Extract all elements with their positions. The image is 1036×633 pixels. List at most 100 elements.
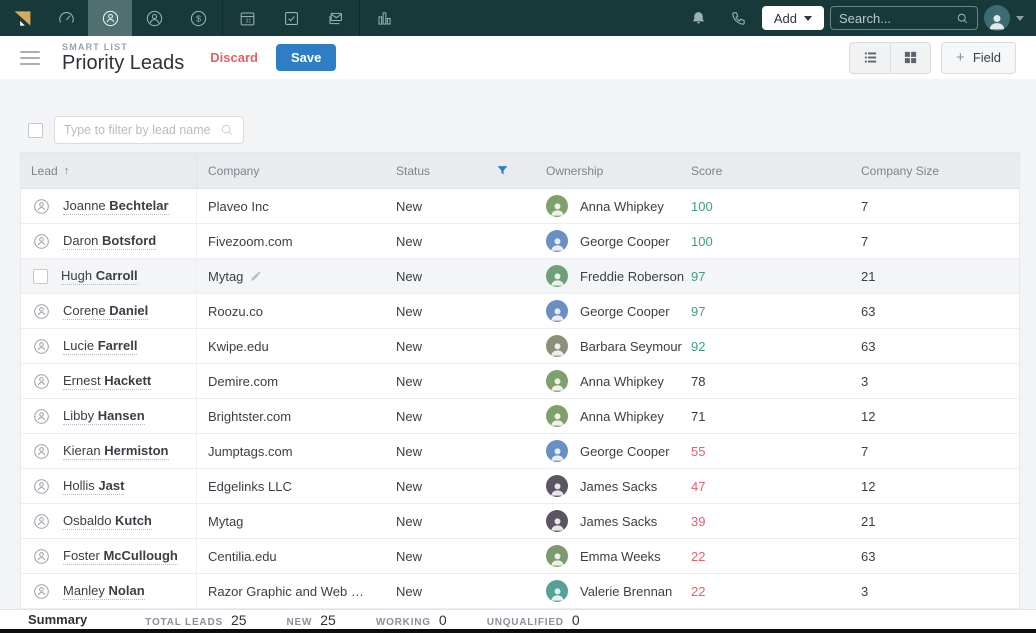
owner-avatar	[546, 510, 568, 532]
nav-item-leads[interactable]	[88, 0, 132, 36]
row-checkbox[interactable]	[33, 269, 48, 284]
global-search[interactable]	[830, 6, 978, 30]
grid-view-button[interactable]	[890, 43, 930, 73]
lead-name-link[interactable]: Corene Daniel	[63, 303, 148, 320]
save-button[interactable]: Save	[276, 44, 336, 71]
lead-name-link[interactable]: Lucie Farrell	[63, 338, 137, 355]
discard-button[interactable]: Discard	[210, 50, 258, 65]
company-name: Fivezoom.com	[208, 234, 293, 249]
lead-status: New	[386, 514, 521, 529]
table-row[interactable]: Foster McCullough Centilia.edu New Emma …	[21, 539, 1019, 574]
score-value: 71	[681, 409, 851, 424]
add-field-label: Field	[973, 50, 1001, 65]
lead-status-icon[interactable]	[33, 303, 50, 320]
lead-filter-input[interactable]	[64, 123, 214, 137]
nav-item-tasks[interactable]	[269, 0, 313, 36]
add-button[interactable]: Add	[762, 6, 824, 30]
company-size-value: 3	[851, 374, 1019, 389]
nav-item-opportunities[interactable]: $	[176, 0, 220, 36]
table-row[interactable]: Hugh Carroll Mytag New Freddie Roberson …	[21, 259, 1019, 294]
company-name: Jumptags.com	[208, 444, 293, 459]
nav-item-calendar[interactable]: 31	[225, 0, 269, 36]
window-bottom-edge	[0, 629, 1036, 633]
lead-filter[interactable]	[54, 116, 244, 144]
nav-divider	[359, 0, 360, 36]
company-size-value: 21	[851, 514, 1019, 529]
table-row[interactable]: Manley Nolan Razor Graphic and Web Desig…	[21, 574, 1019, 609]
search-input[interactable]	[839, 11, 950, 26]
nav-item-contacts[interactable]	[132, 0, 176, 36]
table-row[interactable]: Hollis Jast Edgelinks LLC New James Sack…	[21, 469, 1019, 504]
lead-status-icon[interactable]	[33, 548, 50, 565]
menu-icon[interactable]	[20, 51, 40, 65]
sort-ascending-icon[interactable]: ↑	[64, 165, 70, 177]
notifications-bell-icon[interactable]	[682, 0, 716, 36]
lead-status-icon[interactable]	[33, 233, 50, 250]
list-view-button[interactable]	[850, 43, 890, 73]
column-header-score[interactable]: Score	[681, 164, 851, 178]
owner-avatar	[546, 300, 568, 322]
score-value: 97	[681, 304, 851, 319]
table-row[interactable]: Libby Hansen Brightster.com New Anna Whi…	[21, 399, 1019, 434]
score-value: 22	[681, 549, 851, 564]
table-row[interactable]: Daron Botsford Fivezoom.com New George C…	[21, 224, 1019, 259]
company-name: Plaveo Inc	[208, 199, 269, 214]
company-size-value: 3	[851, 584, 1019, 599]
lead-name-link[interactable]: Joanne Bechtelar	[63, 198, 169, 215]
stat-unqualified: UNQUALIFIED 0	[487, 612, 580, 628]
filter-bar	[20, 115, 1020, 145]
filter-funnel-icon[interactable]	[496, 164, 509, 177]
nav-item-inbox[interactable]	[313, 0, 357, 36]
column-header-status[interactable]: Status	[386, 164, 521, 178]
score-value: 97	[681, 269, 851, 284]
owner-name: Emma Weeks	[580, 549, 661, 564]
lead-status-icon[interactable]	[33, 373, 50, 390]
lead-name-link[interactable]: Foster McCullough	[63, 548, 178, 565]
table-row[interactable]: Corene Daniel Roozu.co New George Cooper…	[21, 294, 1019, 329]
edit-pencil-icon[interactable]	[250, 270, 262, 282]
lead-name-link[interactable]: Manley Nolan	[63, 583, 145, 600]
lead-name-link[interactable]: Kieran Hermiston	[63, 443, 169, 460]
add-field-button[interactable]: + Field	[941, 42, 1016, 74]
brand-logo[interactable]	[0, 0, 44, 36]
select-all-checkbox[interactable]	[28, 123, 43, 138]
score-value: 39	[681, 514, 851, 529]
nav-item-reports[interactable]	[362, 0, 406, 36]
user-menu[interactable]	[984, 5, 1024, 31]
owner-name: Freddie Roberson	[580, 269, 684, 284]
lead-status-icon[interactable]	[33, 408, 50, 425]
lead-name-link[interactable]: Osbaldo Kutch	[63, 513, 152, 530]
lead-status: New	[386, 304, 521, 319]
owner-avatar	[546, 475, 568, 497]
lead-name-link[interactable]: Libby Hansen	[63, 408, 145, 425]
dashboard-gauge-icon[interactable]	[44, 0, 88, 36]
lead-status-icon[interactable]	[33, 513, 50, 530]
lead-name-link[interactable]: Hugh Carroll	[61, 268, 138, 285]
lead-name-link[interactable]: Ernest Hackett	[63, 373, 151, 390]
table-body: Joanne Bechtelar Plaveo Inc New Anna Whi…	[21, 189, 1019, 609]
lead-name-link[interactable]: Hollis Jast	[63, 478, 124, 495]
lead-status-icon[interactable]	[33, 443, 50, 460]
company-size-value: 63	[851, 339, 1019, 354]
lead-status-icon[interactable]	[33, 338, 50, 355]
top-navbar: $ 31 Add	[0, 0, 1036, 36]
lead-status-icon[interactable]	[33, 583, 50, 600]
column-header-ownership[interactable]: Ownership	[521, 164, 681, 178]
table-row[interactable]: Kieran Hermiston Jumptags.com New George…	[21, 434, 1019, 469]
column-header-lead[interactable]: Lead ↑	[21, 153, 197, 188]
lead-status-icon[interactable]	[33, 478, 50, 495]
phone-icon[interactable]	[722, 0, 756, 36]
table-row[interactable]: Joanne Bechtelar Plaveo Inc New Anna Whi…	[21, 189, 1019, 224]
lead-name-link[interactable]: Daron Botsford	[63, 233, 156, 250]
table-row[interactable]: Osbaldo Kutch Mytag New James Sacks 39 2…	[21, 504, 1019, 539]
grid-view-icon	[903, 50, 918, 65]
table-row[interactable]: Ernest Hackett Demire.com New Anna Whipk…	[21, 364, 1019, 399]
table-row[interactable]: Lucie Farrell Kwipe.edu New Barbara Seym…	[21, 329, 1019, 364]
add-button-label: Add	[774, 11, 797, 26]
summary-title: Summary	[28, 612, 87, 627]
column-header-company[interactable]: Company	[197, 164, 386, 178]
column-header-company-size[interactable]: Company Size	[851, 164, 1019, 178]
company-name: Mytag	[208, 269, 243, 284]
lead-status-icon[interactable]	[33, 198, 50, 215]
summary-bar: Summary TOTAL LEADS 25 NEW 25 WORKING 0 …	[0, 609, 1036, 629]
